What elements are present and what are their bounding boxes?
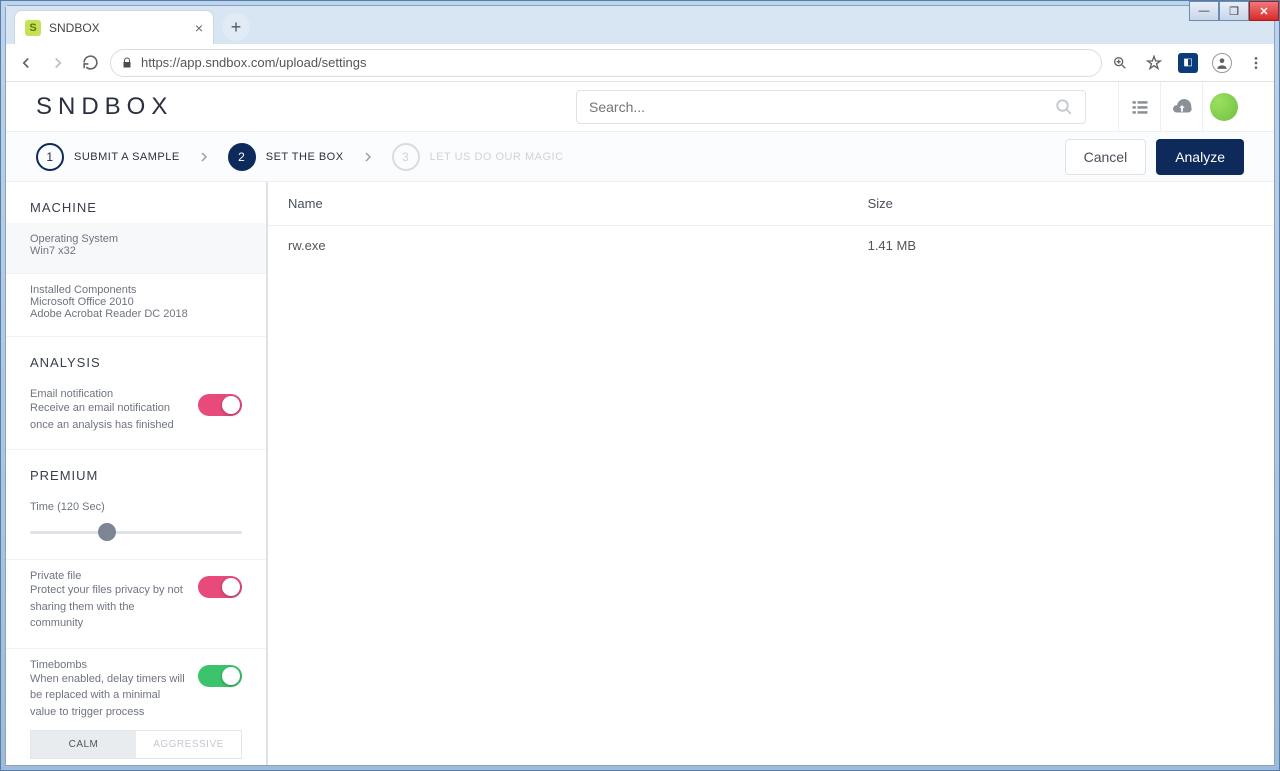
search-icon[interactable] (1055, 98, 1073, 116)
profile-icon[interactable] (1212, 53, 1232, 73)
table-header: Name Size (268, 182, 1274, 226)
private-toggle[interactable] (198, 576, 242, 598)
file-list: Name Size rw.exe 1.41 MB (268, 182, 1274, 765)
stepper: 1 SUBMIT A SAMPLE 2 SET THE BOX 3 LET US… (6, 132, 1274, 182)
step-1-label: SUBMIT A SAMPLE (74, 151, 180, 163)
upload-button[interactable] (1160, 82, 1202, 132)
avatar-icon (1210, 93, 1238, 121)
step-3: 3 LET US DO OUR MAGIC (392, 143, 564, 171)
private-label: Private file (30, 570, 188, 582)
menu-icon[interactable] (1246, 53, 1266, 73)
tab-strip: S SNDBOX × + (6, 6, 1274, 44)
nav-forward-button[interactable] (46, 51, 70, 75)
url-text: https://app.sndbox.com/upload/settings (141, 55, 366, 70)
time-label: Time (120 Sec) (30, 501, 242, 513)
time-slider[interactable] (30, 523, 242, 543)
nav-back-button[interactable] (14, 51, 38, 75)
seg-calm[interactable]: CALM (31, 731, 136, 758)
stepper-actions: Cancel Analyze (1065, 139, 1244, 175)
list-view-button[interactable] (1118, 82, 1160, 132)
step-1[interactable]: 1 SUBMIT A SAMPLE (36, 143, 180, 171)
file-size: 1.41 MB (868, 238, 916, 253)
tab-title: SNDBOX (49, 21, 187, 35)
window-minimize[interactable]: — (1189, 1, 1219, 21)
timebombs-label: Timebombs (30, 659, 188, 671)
url-input[interactable]: https://app.sndbox.com/upload/settings (110, 49, 1102, 77)
step-2[interactable]: 2 SET THE BOX (228, 143, 344, 171)
components-block[interactable]: Installed Components Microsoft Office 20… (6, 274, 266, 337)
header-actions (1118, 82, 1244, 132)
email-label: Email notification (30, 388, 188, 400)
timebombs-desc: When enabled, delay timers will be repla… (30, 671, 188, 721)
lock-icon (121, 57, 133, 69)
zoom-icon[interactable] (1110, 53, 1130, 73)
step-2-label: SET THE BOX (266, 151, 344, 163)
email-desc: Receive an email notification once an an… (30, 400, 188, 433)
brand-logo: SNDBOX (36, 93, 173, 121)
cancel-button[interactable]: Cancel (1065, 139, 1147, 175)
step-2-number: 2 (228, 143, 256, 171)
chevron-right-icon (362, 151, 374, 163)
settings-sidebar[interactable]: MACHINE Operating System Win7 x32 Instal… (6, 182, 268, 765)
search-box[interactable] (576, 90, 1086, 124)
step-3-label: LET US DO OUR MAGIC (430, 151, 564, 163)
browser-window: S SNDBOX × + https://app.sndbox.com/uplo… (5, 5, 1275, 766)
tab-close-icon[interactable]: × (195, 20, 203, 36)
section-machine-title: MACHINE (6, 182, 266, 223)
chevron-right-icon (198, 151, 210, 163)
email-notification-block: Email notification Receive an email noti… (6, 378, 266, 450)
new-tab-button[interactable]: + (222, 13, 250, 41)
workspace: MACHINE Operating System Win7 x32 Instal… (6, 182, 1274, 765)
nav-reload-button[interactable] (78, 51, 102, 75)
os-label: Operating System (30, 233, 242, 245)
window-maximize[interactable]: ❐ (1219, 1, 1249, 21)
browser-tab[interactable]: S SNDBOX × (14, 10, 214, 44)
os-block[interactable]: Operating System Win7 x32 (6, 223, 266, 274)
toolbar-icons: ◧ (1110, 53, 1266, 73)
window-close[interactable]: ✕ (1249, 1, 1279, 21)
col-size-header: Size (868, 196, 893, 211)
app-root: SNDBOX (6, 82, 1274, 765)
app-header: SNDBOX (6, 82, 1274, 132)
avatar-button[interactable] (1202, 82, 1244, 132)
time-block: Time (120 Sec) (6, 491, 266, 560)
mode-segment[interactable]: CALM AGGRESSIVE (30, 730, 242, 759)
timebombs-toggle[interactable] (198, 665, 242, 687)
components-label: Installed Components (30, 284, 242, 296)
seg-aggressive[interactable]: AGGRESSIVE (136, 731, 241, 758)
star-icon[interactable] (1144, 53, 1164, 73)
private-desc: Protect your files privacy by not sharin… (30, 582, 188, 632)
email-toggle[interactable] (198, 394, 242, 416)
components-value-1: Microsoft Office 2010 (30, 296, 242, 308)
extension-icon[interactable]: ◧ (1178, 53, 1198, 73)
analyze-button[interactable]: Analyze (1156, 139, 1244, 175)
search-input[interactable] (589, 99, 1055, 115)
section-premium-title: PREMIUM (6, 450, 266, 491)
window-controls: — ❐ ✕ (1189, 1, 1279, 21)
step-3-number: 3 (392, 143, 420, 171)
private-file-block: Private file Protect your files privacy … (6, 560, 266, 649)
section-analysis-title: ANALYSIS (6, 337, 266, 378)
file-name: rw.exe (288, 238, 868, 253)
address-bar: https://app.sndbox.com/upload/settings ◧ (6, 44, 1274, 82)
col-name-header: Name (288, 196, 868, 211)
timebombs-block: Timebombs When enabled, delay timers wil… (6, 649, 266, 766)
os-value: Win7 x32 (30, 245, 242, 257)
components-value-2: Adobe Acrobat Reader DC 2018 (30, 308, 242, 320)
favicon-icon: S (25, 20, 41, 36)
step-1-number: 1 (36, 143, 64, 171)
table-row[interactable]: rw.exe 1.41 MB (268, 226, 1274, 265)
